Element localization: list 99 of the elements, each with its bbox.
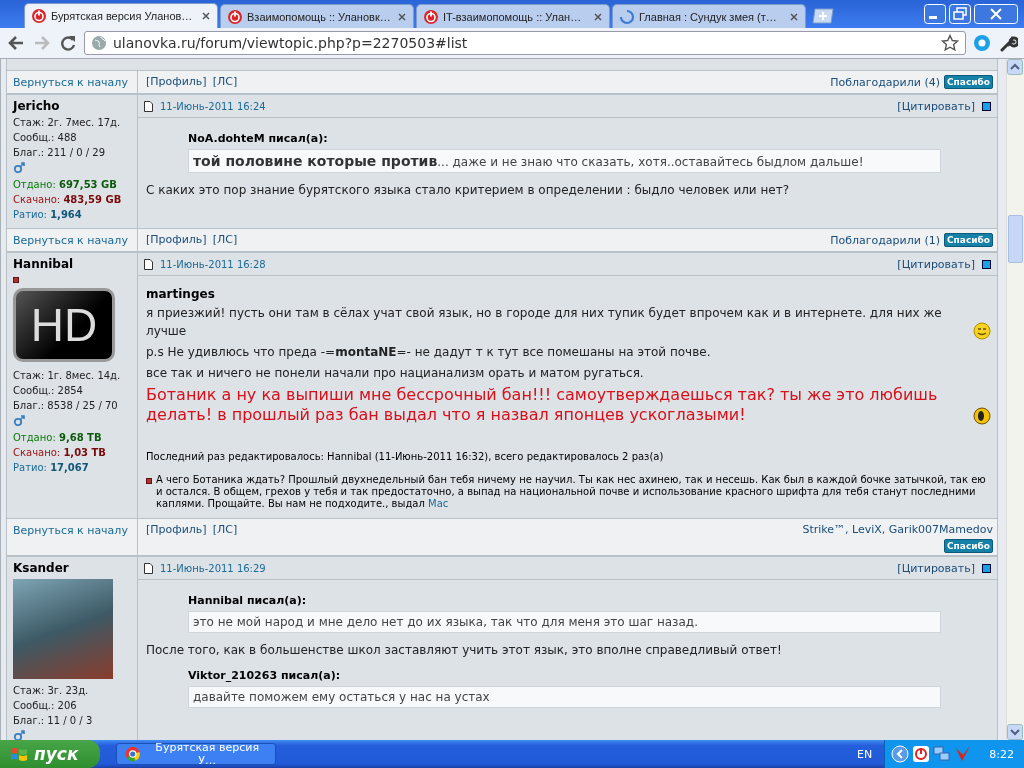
thanks-button[interactable]: Спасибо — [944, 233, 993, 247]
scroll-thumb[interactable] — [1008, 215, 1023, 263]
document-icon — [144, 100, 153, 112]
profile-link[interactable]: [Профиль] — [146, 233, 207, 246]
thanked-users: Поблагодарили (4) — [830, 75, 940, 89]
user-stat: Благ.: 11 / 0 / 3 — [13, 714, 93, 728]
post-text: p.s Не удивлюсь что преда -=montaNE=- не дадут т к тут все помешаны на этой почве. — [146, 344, 711, 361]
pm-link[interactable]: [ЛС] — [212, 233, 238, 246]
thanked-users: Поблагодарили (1) — [830, 233, 940, 247]
user-stat: Благ.: 8538 / 25 / 70 — [13, 399, 118, 413]
globe-icon — [91, 35, 107, 51]
power-icon — [31, 8, 47, 24]
user-stat: Скачано: 483,59 GB — [13, 193, 122, 207]
close-icon[interactable] — [593, 11, 603, 22]
square-icon — [982, 563, 991, 573]
user-stat: Отдано: 9,68 TB — [13, 431, 102, 445]
back-to-top-link[interactable]: Вернуться к началу — [13, 524, 128, 537]
browser-tab[interactable]: Главная : Сундук змея (т… — [612, 4, 806, 28]
post-text: После того, как в большенстве школ заставляют учить этот язык, это вполне справедливый ответ! — [146, 643, 783, 657]
user-stat: Стаж: 1г. 8мес. 14д. — [13, 369, 121, 383]
start-button[interactable]: пуск — [0, 740, 101, 768]
post-text: martinges — [146, 287, 216, 301]
document-icon — [144, 258, 153, 270]
post-date-link[interactable]: 11-Июнь-2011 16:24 — [160, 100, 266, 112]
close-icon[interactable] — [789, 11, 799, 22]
thanked-users: Strike™, LeviX, Garik007Mamedov — [802, 523, 993, 536]
scrollbar[interactable] — [1006, 59, 1024, 740]
quote-author: Viktor_210263 писал(а): — [188, 669, 342, 682]
author-name[interactable]: Hannibal — [13, 257, 74, 271]
square-icon — [982, 259, 991, 269]
scroll-up-icon[interactable] — [1007, 59, 1023, 75]
extension-icon[interactable] — [972, 33, 992, 53]
profile-link[interactable]: [Профиль] — [146, 523, 207, 536]
quote-link[interactable]: [Цитировать] — [897, 257, 975, 271]
windows-logo-icon — [10, 746, 28, 762]
network-icon[interactable] — [933, 745, 952, 763]
power-icon[interactable] — [912, 745, 931, 763]
chevron-left-icon[interactable] — [891, 745, 910, 763]
language-indicator[interactable]: EN — [857, 747, 873, 761]
post-text: все так и ничего не понели начали про нацианализм орать и матом ругаться. — [146, 365, 644, 382]
post-text: С каких это пор знание бурятского языка стало критерием в определении : быдло человек или нет? — [146, 183, 791, 197]
back-to-top-link[interactable]: Вернуться к началу — [13, 234, 128, 247]
square-icon — [982, 101, 991, 111]
chrome-icon — [125, 746, 141, 762]
user-stat: Благ.: 211 / 0 / 29 — [13, 146, 105, 160]
quote-link[interactable]: [Цитировать] — [897, 561, 975, 575]
bullet-icon — [146, 478, 152, 484]
moderator-note: А чего Ботаника ждать? Прошлый двухнедельный бан тебя ничему не научил. Ты как нес ахинею, так и несешь. Как был в каждой бочке затычкой, так ею и остался. В общем, грехов у тебя и так предостаточно, а выпад на национальной почве и использование красного шрифта для тебя станут последними каплями. Прощайте. Вы нам не подходите., выдал Мас — [156, 474, 987, 510]
author-name[interactable]: Ksander — [13, 561, 69, 575]
post-date-link[interactable]: 11-Июнь-2011 16:28 — [160, 258, 266, 270]
loading-spinner-icon — [619, 8, 635, 25]
restore-icon[interactable] — [949, 4, 971, 24]
close-icon[interactable] — [201, 11, 211, 21]
avatar-logo: HD — [13, 288, 115, 362]
close-icon[interactable] — [397, 11, 407, 22]
user-stat: Сообщ.: 488 — [13, 131, 77, 145]
user-stat: Стаж: 2г. 7мес. 17д. — [13, 116, 121, 130]
thanks-button[interactable]: Спасибо — [944, 539, 993, 553]
user-stat: Отдано: 697,53 GB — [13, 178, 117, 192]
quote-link[interactable]: [Цитировать] — [897, 99, 975, 113]
user-stat: Скачано: 1,03 TB — [13, 446, 106, 460]
wrench-icon[interactable] — [998, 33, 1018, 53]
user-stat: Сообщ.: 2854 — [13, 384, 83, 398]
quote-text: давайте поможем ему остаться у нас на устах — [193, 690, 490, 704]
user-stat: Ратио: 1,964 — [13, 208, 82, 222]
scroll-down-icon[interactable] — [1007, 724, 1023, 740]
user-stat: Ратио: 17,067 — [13, 461, 89, 475]
post-date-link[interactable]: 11-Июнь-2011 16:29 — [160, 562, 266, 574]
post-text: Ботаник а ну ка выпиши мне бессрочный бан!!! самоутверждаешься так? ты же это любишь делать! в прошлый раз бан выдал что я назвал японцев ускоглазыми! — [146, 385, 939, 425]
browser-tab[interactable]: Взаимопомощь :: Улановк… — [220, 4, 414, 28]
star-icon[interactable] — [941, 34, 959, 52]
reload-icon[interactable] — [58, 33, 78, 53]
minimize-icon[interactable] — [924, 4, 946, 24]
user-stat: Стаж: 3г. 23д. — [13, 684, 89, 698]
quote-author: NoA.dohteM писал(а): — [188, 132, 329, 145]
browser-tab[interactable]: IT-взаимопомощь :: Улан… — [416, 4, 610, 28]
back-to-top-link[interactable]: Вернуться к началу — [13, 76, 128, 89]
quote-text: это не мой народ и мне дело нет до их языка, так что для меня это шаг назад. — [193, 615, 698, 629]
male-icon — [13, 730, 25, 740]
clock: 8:22 — [989, 747, 1014, 761]
thanks-button[interactable]: Спасибо — [944, 75, 993, 89]
power-icon — [423, 8, 439, 25]
quote-text: той половине которые против... даже и не знаю что сказать, хотя..оставайтесь быдлом дальше! — [193, 155, 864, 169]
user-stat: Сообщ.: 206 — [13, 699, 77, 713]
pm-link[interactable]: [ЛС] — [212, 523, 238, 536]
pm-link[interactable]: [ЛС] — [212, 75, 238, 88]
quote-author: Hannibal писал(а): — [188, 594, 308, 607]
moderator-link[interactable]: Мас — [428, 498, 449, 509]
power-icon — [227, 8, 243, 25]
profile-link[interactable]: [Профиль] — [146, 75, 207, 88]
document-icon — [144, 562, 153, 574]
new-tab-icon[interactable] — [812, 8, 836, 24]
author-name[interactable]: Jericho — [13, 99, 60, 113]
male-icon — [13, 415, 25, 427]
address-field[interactable]: ulanovka.ru/forum/viewtopic.php?p=2270503#list — [84, 31, 966, 55]
male-icon — [13, 162, 25, 174]
edit-note: Последний раз редактировалось: Hannibal (11-Июнь-2011 16:32), всего редактировалось 2 раз(а) — [146, 451, 665, 462]
browser-tab[interactable]: Бурятская версия Уланов… — [24, 3, 218, 28]
taskbar-button[interactable]: Бурятская версия У… — [116, 743, 277, 765]
